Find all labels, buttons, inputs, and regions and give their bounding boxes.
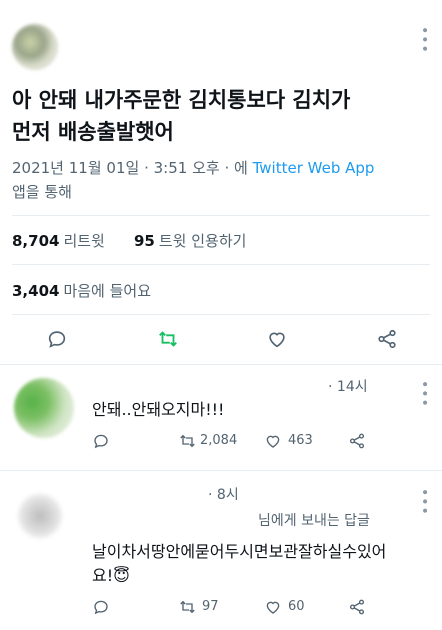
reply-time: · 14시	[328, 379, 368, 395]
reply-time-value: 14시	[336, 379, 368, 395]
heart-icon[interactable]	[264, 598, 282, 616]
tweet-text: 아 안돼 내가주문한 김치통보다 김치가 먼저 배송출발햇어	[12, 84, 432, 148]
replying-to: 님에게 보내는 답글	[258, 513, 370, 529]
reply-time: · 8시	[208, 487, 239, 503]
divider	[12, 314, 430, 315]
reply-icon[interactable]	[92, 598, 110, 616]
quote-label: 트윗 인용하기	[158, 232, 247, 250]
reply-icon[interactable]	[46, 328, 68, 350]
reply-avatar[interactable]	[14, 378, 74, 438]
reply-text: 안돼..안돼오지마!!!	[92, 400, 225, 419]
client-link[interactable]: Twitter Web App	[253, 159, 375, 177]
quote-count: 95	[134, 232, 155, 250]
reply-like-count: 463	[288, 433, 313, 448]
retweet-icon[interactable]	[156, 328, 180, 350]
divider	[0, 470, 442, 471]
author-avatar[interactable]	[12, 24, 58, 70]
like-count: 3,404	[12, 282, 60, 300]
reply-avatar[interactable]	[18, 494, 62, 538]
via-prefix: 에	[234, 159, 248, 177]
reply-text-line1: 날이차서땅안에묻어두시면보관잘하실수있어	[92, 542, 387, 561]
retweet-count: 8,704	[12, 232, 60, 250]
heart-icon[interactable]	[264, 432, 282, 450]
via-suffix: 앱을 통해	[12, 183, 72, 201]
reply-text-line2: 요!	[92, 566, 114, 585]
divider	[0, 364, 442, 365]
reply-retweet-count: 2,084	[200, 433, 238, 448]
retweet-stats[interactable]: 8,704 리트윗	[12, 230, 105, 251]
like-stats[interactable]: 3,404 마음에 들어요	[12, 280, 151, 301]
tweet-text-line2: 먼저 배송출발햇어	[12, 120, 174, 144]
heart-icon[interactable]	[266, 328, 288, 350]
retweet-icon[interactable]	[178, 432, 197, 450]
divider	[12, 215, 430, 216]
share-icon[interactable]	[348, 432, 366, 450]
divider	[12, 264, 430, 265]
retweet-icon[interactable]	[178, 598, 197, 616]
reply-retweet-count: 97	[202, 599, 219, 614]
smiling-halo-emoji-icon: 😇	[113, 566, 130, 585]
retweet-label: 리트윗	[63, 232, 105, 250]
reply-like-count: 60	[288, 599, 305, 614]
quote-stats[interactable]: 95 트윗 인용하기	[134, 230, 246, 251]
tweet-text-line1: 아 안돼 내가주문한 김치통보다 김치가	[12, 88, 351, 112]
tweet-date[interactable]: 2021년 11월 01일	[12, 159, 139, 177]
reply-more-icon[interactable]: •••	[416, 488, 432, 516]
reply-text: 날이차서땅안에묻어두시면보관잘하실수있어 요!😇	[92, 540, 432, 588]
share-icon[interactable]	[348, 598, 366, 616]
reply-more-icon[interactable]: •••	[416, 380, 432, 408]
reply-time-value: 8시	[216, 487, 239, 503]
tweet-time[interactable]: 3:51 오후	[154, 159, 220, 177]
share-icon[interactable]	[376, 328, 398, 350]
reply-icon[interactable]	[92, 432, 110, 450]
like-label: 마음에 들어요	[63, 282, 152, 300]
tweet-meta: 2021년 11월 01일 · 3:51 오후 · 에 Twitter Web …	[12, 156, 432, 204]
more-options-icon[interactable]: •••	[416, 26, 432, 54]
